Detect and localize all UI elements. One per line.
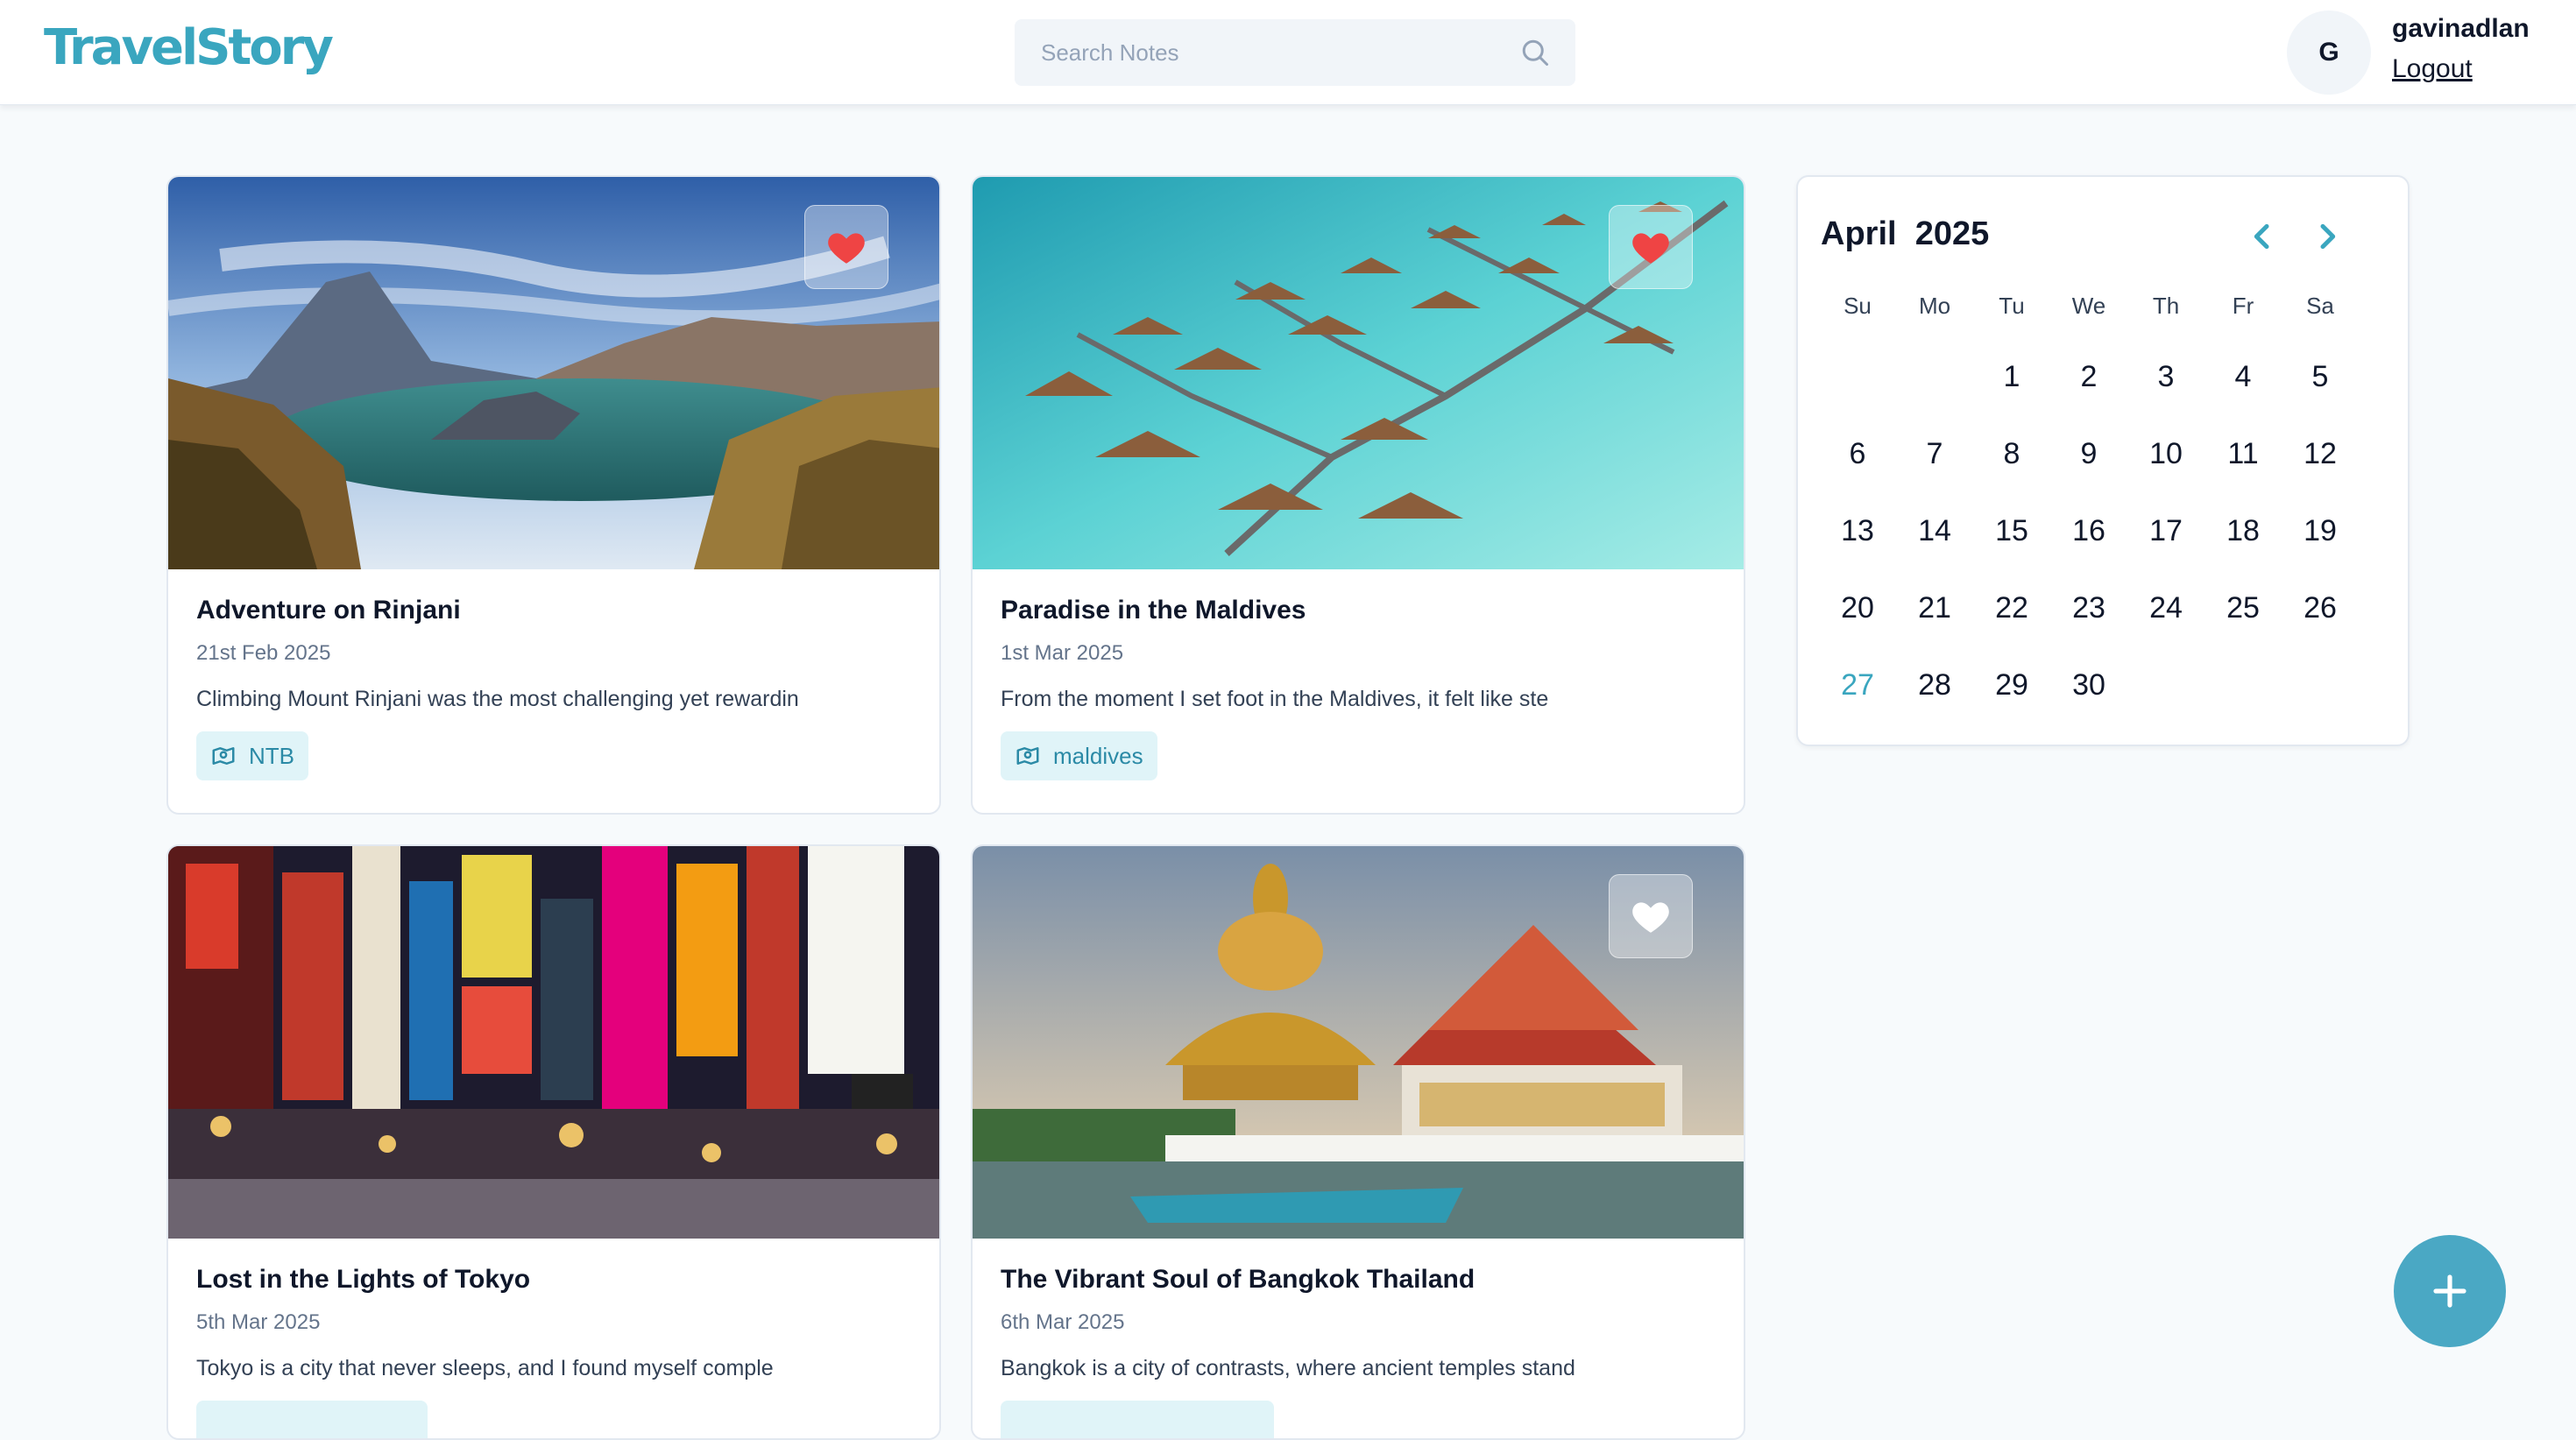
weekday-label: Mo	[1918, 293, 1951, 319]
calendar-day-empty	[2282, 646, 2359, 724]
calendar-day[interactable]: 10	[2127, 415, 2204, 492]
calendar-day[interactable]: 22	[1973, 569, 2050, 646]
story-title: Adventure on Rinjani	[196, 596, 461, 625]
story-date: 1st Mar 2025	[1001, 641, 1124, 665]
story-date: 6th Mar 2025	[1001, 1310, 1125, 1334]
calendar-month-year: April 2025	[1821, 215, 1989, 253]
location-tag-label: NTB	[249, 742, 294, 769]
calendar-day[interactable]: 29	[1973, 646, 2050, 724]
previous-month-button[interactable]	[2245, 219, 2280, 254]
story-date: 21st Feb 2025	[196, 641, 331, 665]
calendar-day[interactable]: 21	[1896, 569, 1973, 646]
weekday-label: Tu	[1999, 293, 2025, 319]
heart-icon	[828, 233, 865, 264]
calendar-weekdays: Su Mo Tu We Th Fr Sa	[1819, 293, 2359, 320]
story-excerpt: Climbing Mount Rinjani was the most chal…	[196, 687, 799, 711]
weekday-label: Su	[1844, 293, 1872, 319]
calendar-day-today[interactable]: 27	[1819, 646, 1896, 724]
chevron-left-icon	[2254, 223, 2269, 250]
calendar-day[interactable]: 11	[2204, 415, 2282, 492]
story-title: The Vibrant Soul of Bangkok Thailand	[1001, 1265, 1476, 1294]
weekday-label: We	[2071, 293, 2106, 319]
chevron-right-icon	[2320, 223, 2336, 250]
calendar-day[interactable]: 8	[1973, 415, 2050, 492]
weekday-label: Sa	[2306, 293, 2334, 319]
calendar-day[interactable]: 28	[1896, 646, 1973, 724]
heart-icon	[1632, 233, 1669, 264]
location-tag[interactable]: NTB	[196, 731, 308, 780]
story-image	[168, 846, 939, 1239]
calendar-day[interactable]: 6	[1819, 415, 1896, 492]
calendar-day[interactable]: 18	[2204, 492, 2282, 569]
calendar-month: April	[1821, 215, 1897, 252]
calendar-day[interactable]: 20	[1819, 569, 1896, 646]
story-excerpt: From the moment I set foot in the Maldiv…	[1001, 687, 1549, 711]
calendar-day[interactable]: 26	[2282, 569, 2359, 646]
weekday-label: Fr	[2232, 293, 2254, 319]
calendar-day[interactable]: 7	[1896, 415, 1973, 492]
calendar: April 2025 Su Mo Tu We Th Fr Sa 1 2 3 4 …	[1796, 175, 2410, 746]
calendar-day[interactable]: 24	[2127, 569, 2204, 646]
calendar-day[interactable]: 19	[2282, 492, 2359, 569]
search-bar	[1015, 19, 1575, 86]
location-tag[interactable]	[196, 1401, 428, 1438]
story-card[interactable]: Paradise in the Maldives 1st Mar 2025 Fr…	[971, 175, 1745, 815]
username: gavinadlan	[2392, 14, 2530, 43]
calendar-day[interactable]: 25	[2204, 569, 2282, 646]
calendar-day[interactable]: 4	[2204, 338, 2282, 415]
story-card[interactable]: Adventure on Rinjani 21st Feb 2025 Climb…	[166, 175, 941, 815]
calendar-day[interactable]: 16	[2050, 492, 2127, 569]
calendar-day-empty	[2204, 646, 2282, 724]
calendar-day-empty	[1819, 338, 1896, 415]
search-input[interactable]	[1041, 35, 1497, 70]
weekday-label: Th	[2152, 293, 2180, 319]
story-card[interactable]: The Vibrant Soul of Bangkok Thailand 6th…	[971, 844, 1745, 1440]
location-tag-label: maldives	[1053, 742, 1143, 769]
next-month-button[interactable]	[2310, 219, 2345, 254]
calendar-day[interactable]: 5	[2282, 338, 2359, 415]
calendar-day[interactable]: 13	[1819, 492, 1896, 569]
avatar[interactable]: G	[2287, 11, 2371, 95]
app-logo[interactable]: TravelStory	[44, 19, 334, 76]
calendar-day[interactable]: 23	[2050, 569, 2127, 646]
story-title: Lost in the Lights of Tokyo	[196, 1265, 531, 1294]
calendar-year: 2025	[1914, 215, 1990, 252]
plus-icon	[2433, 1274, 2466, 1308]
map-location-icon	[1016, 747, 1039, 765]
calendar-day[interactable]: 14	[1896, 492, 1973, 569]
calendar-day[interactable]: 15	[1973, 492, 2050, 569]
calendar-day[interactable]: 17	[2127, 492, 2204, 569]
navbar: TravelStory G gavinadlan Logout	[0, 0, 2576, 105]
story-title: Paradise in the Maldives	[1001, 596, 1306, 625]
story-excerpt: Tokyo is a city that never sleeps, and I…	[196, 1356, 774, 1380]
calendar-week: 6 7 8 9 10 11 12	[1819, 415, 2359, 492]
calendar-day[interactable]: 30	[2050, 646, 2127, 724]
calendar-week: 1 2 3 4 5	[1819, 338, 2359, 415]
heart-icon	[1632, 902, 1669, 933]
favorite-button[interactable]	[1609, 874, 1693, 958]
story-card[interactable]: Lost in the Lights of Tokyo 5th Mar 2025…	[166, 844, 941, 1440]
add-story-button[interactable]	[2394, 1235, 2506, 1347]
calendar-week: 27 28 29 30	[1819, 646, 2359, 724]
map-location-icon	[212, 747, 235, 765]
calendar-day[interactable]: 3	[2127, 338, 2204, 415]
calendar-day[interactable]: 9	[2050, 415, 2127, 492]
calendar-day[interactable]: 12	[2282, 415, 2359, 492]
calendar-day-empty	[2127, 646, 2204, 724]
location-tag[interactable]: maldives	[1001, 731, 1157, 780]
calendar-week: 20 21 22 23 24 25 26	[1819, 569, 2359, 646]
logout-button[interactable]: Logout	[2392, 54, 2473, 84]
calendar-week: 13 14 15 16 17 18 19	[1819, 492, 2359, 569]
favorite-button[interactable]	[1609, 205, 1693, 289]
calendar-day[interactable]: 1	[1973, 338, 2050, 415]
story-date: 5th Mar 2025	[196, 1310, 321, 1334]
favorite-button[interactable]	[804, 205, 888, 289]
location-tag[interactable]	[1001, 1401, 1274, 1438]
calendar-day-empty	[1896, 338, 1973, 415]
calendar-day[interactable]: 2	[2050, 338, 2127, 415]
search-icon[interactable]	[1519, 37, 1551, 68]
story-excerpt: Bangkok is a city of contrasts, where an…	[1001, 1356, 1575, 1380]
